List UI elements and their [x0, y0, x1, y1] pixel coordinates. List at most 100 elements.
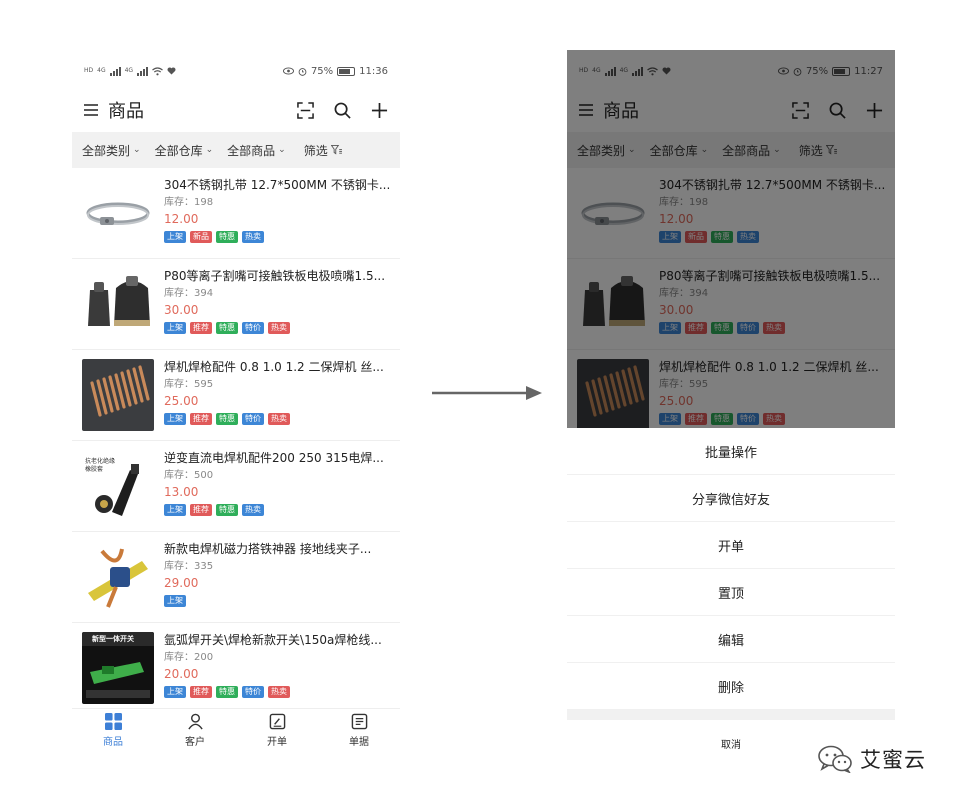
- product-tag: 上架: [164, 504, 186, 516]
- action-share-wechat[interactable]: 分享微信好友: [567, 475, 895, 522]
- action-batch-operation[interactable]: 批量操作: [567, 428, 895, 475]
- filter-category[interactable]: 全部类别 ⌄: [82, 142, 141, 159]
- person-icon: [187, 713, 203, 730]
- menu-icon[interactable]: [84, 104, 98, 116]
- stock-value: 335: [194, 561, 214, 572]
- signal-icon-2: [137, 66, 149, 76]
- funnel-icon: [330, 145, 342, 155]
- tab-products[interactable]: 商品: [72, 709, 154, 752]
- alarm-icon: [298, 67, 307, 76]
- product-tag: 上架: [164, 595, 186, 607]
- product-stock: 库存：198: [164, 197, 214, 208]
- stock-value: 198: [194, 197, 214, 208]
- product-tag: 上架: [164, 686, 186, 698]
- wifi-icon: [152, 66, 163, 75]
- product-thumbnail-switch: 新型一体开关: [82, 632, 154, 704]
- filter-bar: 全部类别⌄ 全部仓库⌄ 全部商品⌄ 筛选: [72, 132, 400, 168]
- tab-label: 客户: [185, 737, 205, 748]
- thumb-caption: 新型一体开关: [92, 635, 134, 643]
- product-tag: 特惠: [216, 322, 238, 334]
- action-delete[interactable]: 删除: [567, 663, 895, 710]
- filter-category-label: 全部类别: [82, 143, 131, 158]
- product-tags: 上架推荐特惠特价热卖: [164, 686, 392, 698]
- status-bar: HD 4G 4G 75% 11:36: [72, 50, 400, 92]
- stock-label: 库存: [164, 470, 184, 481]
- stock-label: 库存: [164, 561, 184, 572]
- product-tags: 上架推荐特惠特价热卖: [164, 413, 392, 425]
- product-name: P80等离子割嘴可接触铁板电极喷嘴1.5...: [164, 269, 386, 283]
- product-tag: 特惠: [216, 504, 238, 516]
- product-tag: 特价: [242, 322, 264, 334]
- filter-warehouse[interactable]: 全部仓库 ⌄: [155, 142, 214, 159]
- list-doc-icon: [351, 713, 367, 730]
- battery-percent: 75%: [310, 65, 334, 77]
- product-price: 12.00: [164, 212, 199, 226]
- product-tag: 特价: [242, 686, 264, 698]
- search-icon[interactable]: [334, 102, 351, 119]
- action-pin-top[interactable]: 置顶: [567, 569, 895, 616]
- product-stock: 库存：595: [164, 379, 214, 390]
- product-thumbnail-ground-clamp: [82, 541, 154, 613]
- grid-icon: [104, 713, 122, 730]
- 4g-label-2: 4G: [124, 67, 134, 74]
- product-row[interactable]: P80等离子割嘴可接触铁板电极喷嘴1.5... 库存：394 30.00 上架推…: [72, 259, 400, 350]
- product-tag: 特价: [242, 413, 264, 425]
- status-network: HD 4G 4G: [84, 66, 176, 76]
- product-row[interactable]: 新款电焊机磁力搭铁神器 接地线夹子... 库存：335 29.00 上架: [72, 532, 400, 623]
- stock-value: 200: [194, 652, 214, 663]
- product-tag: 热卖: [242, 504, 264, 516]
- stock-value: 394: [194, 288, 214, 299]
- add-icon[interactable]: [371, 102, 388, 119]
- phone-product-list: HD 4G 4G 75% 11:36 商品 全部类别 ⌄ 全部仓库 ⌄ 全部商品…: [72, 50, 400, 752]
- product-tag: 热卖: [268, 322, 290, 334]
- chevron-down-icon: ⌄: [133, 145, 141, 155]
- filter-screen[interactable]: 筛选: [304, 142, 342, 159]
- product-name: 304不锈钢扎带 12.7*500MM 不锈钢卡...: [164, 178, 391, 192]
- sheet-divider: [567, 710, 895, 720]
- product-thumbnail-nozzle: [82, 268, 154, 340]
- product-tag: 特惠: [216, 413, 238, 425]
- tab-customers[interactable]: 客户: [154, 709, 236, 752]
- modal-backdrop[interactable]: [567, 50, 895, 428]
- product-price: 13.00: [164, 485, 199, 499]
- filter-screen-label: 筛选: [303, 143, 328, 158]
- product-row[interactable]: 304不锈钢扎带 12.7*500MM 不锈钢卡... 库存：198 12.00…: [72, 168, 400, 259]
- scan-icon[interactable]: [297, 101, 314, 119]
- product-row[interactable]: 抗老化绝缘 橡胶套 逆变直流电焊机配件200 250 315电焊... 库存：5…: [72, 441, 400, 532]
- stock-value: 595: [194, 379, 214, 390]
- product-thumbnail-clamp: [82, 177, 154, 249]
- watermark-text: 艾蜜云: [860, 748, 926, 772]
- app-bar: 商品: [72, 92, 400, 128]
- product-row[interactable]: 新型一体开关 氩弧焊开关\焊枪新款开关\150a焊枪线... 库存：200 20…: [72, 623, 400, 714]
- product-stock: 库存：394: [164, 288, 214, 299]
- product-thumbnail-contact-tips: [82, 359, 154, 431]
- watermark: 艾蜜云: [818, 744, 926, 774]
- phone-action-sheet: HD 4G 4G 75% 11:27 商品: [567, 50, 895, 752]
- product-name: 焊机焊枪配件 0.8 1.0 1.2 二保焊机 丝...: [164, 360, 384, 374]
- product-name: 逆变直流电焊机配件200 250 315电焊...: [164, 451, 384, 465]
- product-stock: 库存：500: [164, 470, 214, 481]
- arrow-right-icon: [432, 386, 542, 400]
- product-tag: 特惠: [216, 686, 238, 698]
- product-tags: 上架: [164, 595, 392, 607]
- product-stock: 库存：200: [164, 652, 214, 663]
- battery-icon: [337, 66, 356, 76]
- product-tags: 上架新品特惠热卖: [164, 231, 392, 243]
- product-tag: 推荐: [190, 686, 212, 698]
- tab-documents[interactable]: 单据: [318, 709, 400, 752]
- product-stock: 库存：335: [164, 561, 214, 572]
- tab-billing[interactable]: 开单: [236, 709, 318, 752]
- action-create-order[interactable]: 开单: [567, 522, 895, 569]
- product-tags: 上架推荐特惠特价热卖: [164, 322, 392, 334]
- stock-label: 库存: [164, 379, 184, 390]
- stock-label: 库存: [164, 197, 184, 208]
- product-tag: 热卖: [242, 231, 264, 243]
- stock-label: 库存: [164, 652, 184, 663]
- action-edit[interactable]: 编辑: [567, 616, 895, 663]
- heart-icon: [167, 67, 176, 75]
- filter-product[interactable]: 全部商品 ⌄: [227, 142, 286, 159]
- product-price: 29.00: [164, 576, 199, 590]
- status-time: 11:36: [359, 65, 388, 77]
- product-row[interactable]: 焊机焊枪配件 0.8 1.0 1.2 二保焊机 丝... 库存：595 25.0…: [72, 350, 400, 441]
- tab-label: 单据: [349, 737, 369, 748]
